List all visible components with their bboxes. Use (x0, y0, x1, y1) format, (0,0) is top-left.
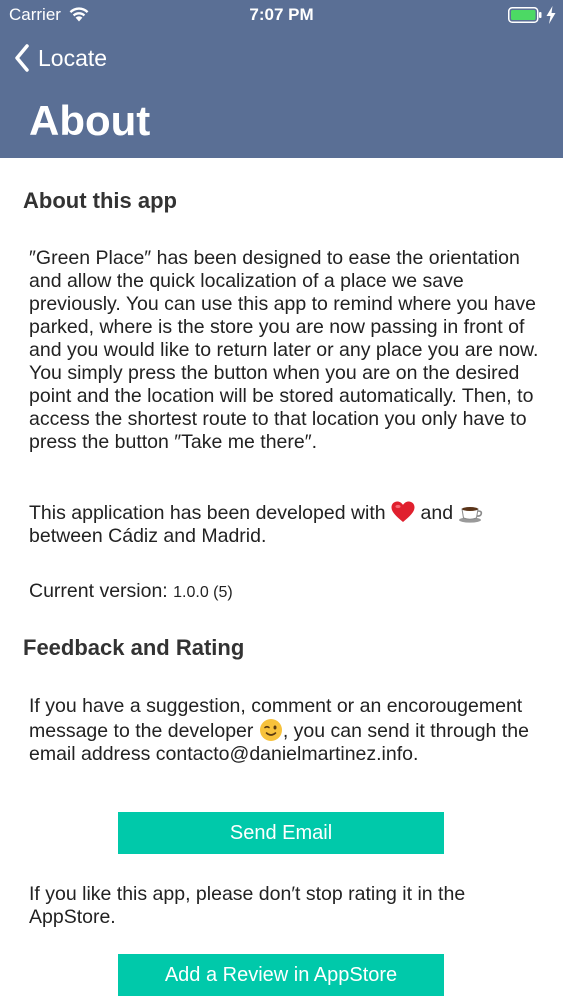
status-time: 7:07 PM (249, 5, 314, 24)
add-review-button[interactable]: Add a Review in AppStore (118, 954, 444, 996)
battery-full-icon (508, 7, 542, 23)
version-text: Current version: 1.0.0 (5) (29, 580, 547, 604)
back-button-label: Locate (38, 44, 108, 71)
version-number: 1.0.0 (5) (173, 584, 233, 601)
navigation-bar: Carrier 7:07 PM Locate About (0, 0, 563, 158)
developed-prefix: This application has been developed with (29, 502, 386, 524)
app-description: ″Green Place″ has been designed to ease … (29, 247, 539, 453)
rating-text: If you like this app, please don′t stop … (29, 883, 466, 928)
developed-with-text: This application has been developed with… (29, 501, 547, 548)
content-area: About this app ″Green Place″ has been de… (0, 158, 563, 1000)
send-email-button[interactable]: Send Email (118, 812, 444, 854)
back-button[interactable]: Locate (14, 42, 107, 74)
developed-suffix: between Cádiz and Madrid. (29, 525, 267, 547)
about-section-heading: About this app (23, 188, 177, 213)
bolt-icon (546, 6, 556, 24)
version-label: Current version: (29, 580, 168, 602)
feedback-message: If you have a suggestion, comment or an … (29, 695, 547, 766)
about-screen: Carrier 7:07 PM Locate About About this … (0, 0, 563, 1000)
heart-icon (391, 501, 415, 522)
feedback-section-heading: Feedback and Rating (23, 635, 245, 660)
coffee-icon (459, 507, 483, 523)
chevron-left-icon (15, 44, 29, 72)
winking-face-icon (259, 719, 282, 741)
page-title: About (29, 97, 151, 144)
status-bar: Carrier 7:07 PM (0, 0, 563, 30)
developed-and: and (420, 502, 454, 524)
